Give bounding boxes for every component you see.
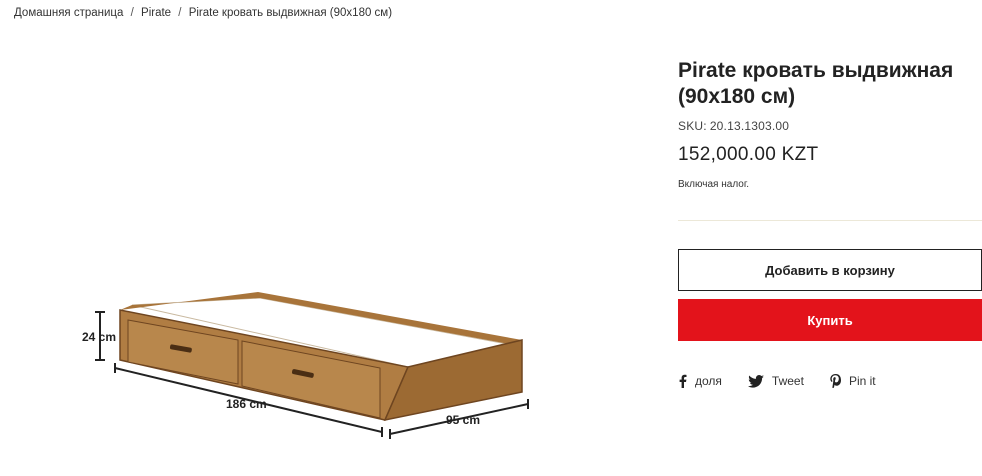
breadcrumb-current: Pirate кровать выдвижная (90x180 см) (188, 7, 393, 19)
share-facebook-link[interactable]: доля (678, 374, 722, 388)
trundle-bed-illustration: 24 cm 186 cm 95 cm (82, 292, 529, 439)
tax-note: Включая налог. (678, 179, 750, 190)
product-price: 152,000.00 KZT (678, 144, 819, 165)
breadcrumb: Домашняя страница / Pirate / Pirate кров… (14, 7, 392, 19)
sku-label: SKU: (678, 119, 707, 133)
buy-now-button[interactable]: Купить (678, 299, 982, 341)
share-bar: доля Tweet Pin it (678, 374, 982, 388)
share-pinterest-link[interactable]: Pin it (830, 374, 876, 388)
product-image: 24 cm 186 cm 95 cm (70, 280, 550, 470)
product-info: Pirate кровать выдвижная (90x180 см) SKU… (678, 58, 982, 388)
divider (678, 220, 982, 221)
breadcrumb-home-link[interactable]: Домашняя страница (14, 7, 123, 19)
pinterest-icon (830, 374, 841, 388)
width-dimension-label: 95 cm (446, 413, 480, 427)
breadcrumb-separator: / (130, 7, 134, 19)
product-sku: SKU: 20.13.1303.00 (678, 119, 982, 133)
add-to-cart-button[interactable]: Добавить в корзину (678, 249, 982, 291)
product-title: Pirate кровать выдвижная (90x180 см) (678, 59, 954, 108)
height-dimension-label: 24 cm (82, 330, 116, 344)
length-dimension-label: 186 cm (226, 397, 267, 411)
product-page: Домашняя страница / Pirate / Pirate кров… (0, 0, 982, 476)
breadcrumb-separator: / (178, 7, 182, 19)
share-facebook-label: доля (695, 374, 722, 388)
breadcrumb-category-link[interactable]: Pirate (141, 7, 171, 19)
facebook-icon (678, 374, 687, 388)
share-twitter-label: Tweet (771, 374, 804, 388)
twitter-icon (747, 374, 764, 388)
share-twitter-link[interactable]: Tweet (747, 374, 804, 388)
share-pinterest-label: Pin it (848, 374, 876, 388)
sku-value: 20.13.1303.00 (709, 119, 790, 133)
